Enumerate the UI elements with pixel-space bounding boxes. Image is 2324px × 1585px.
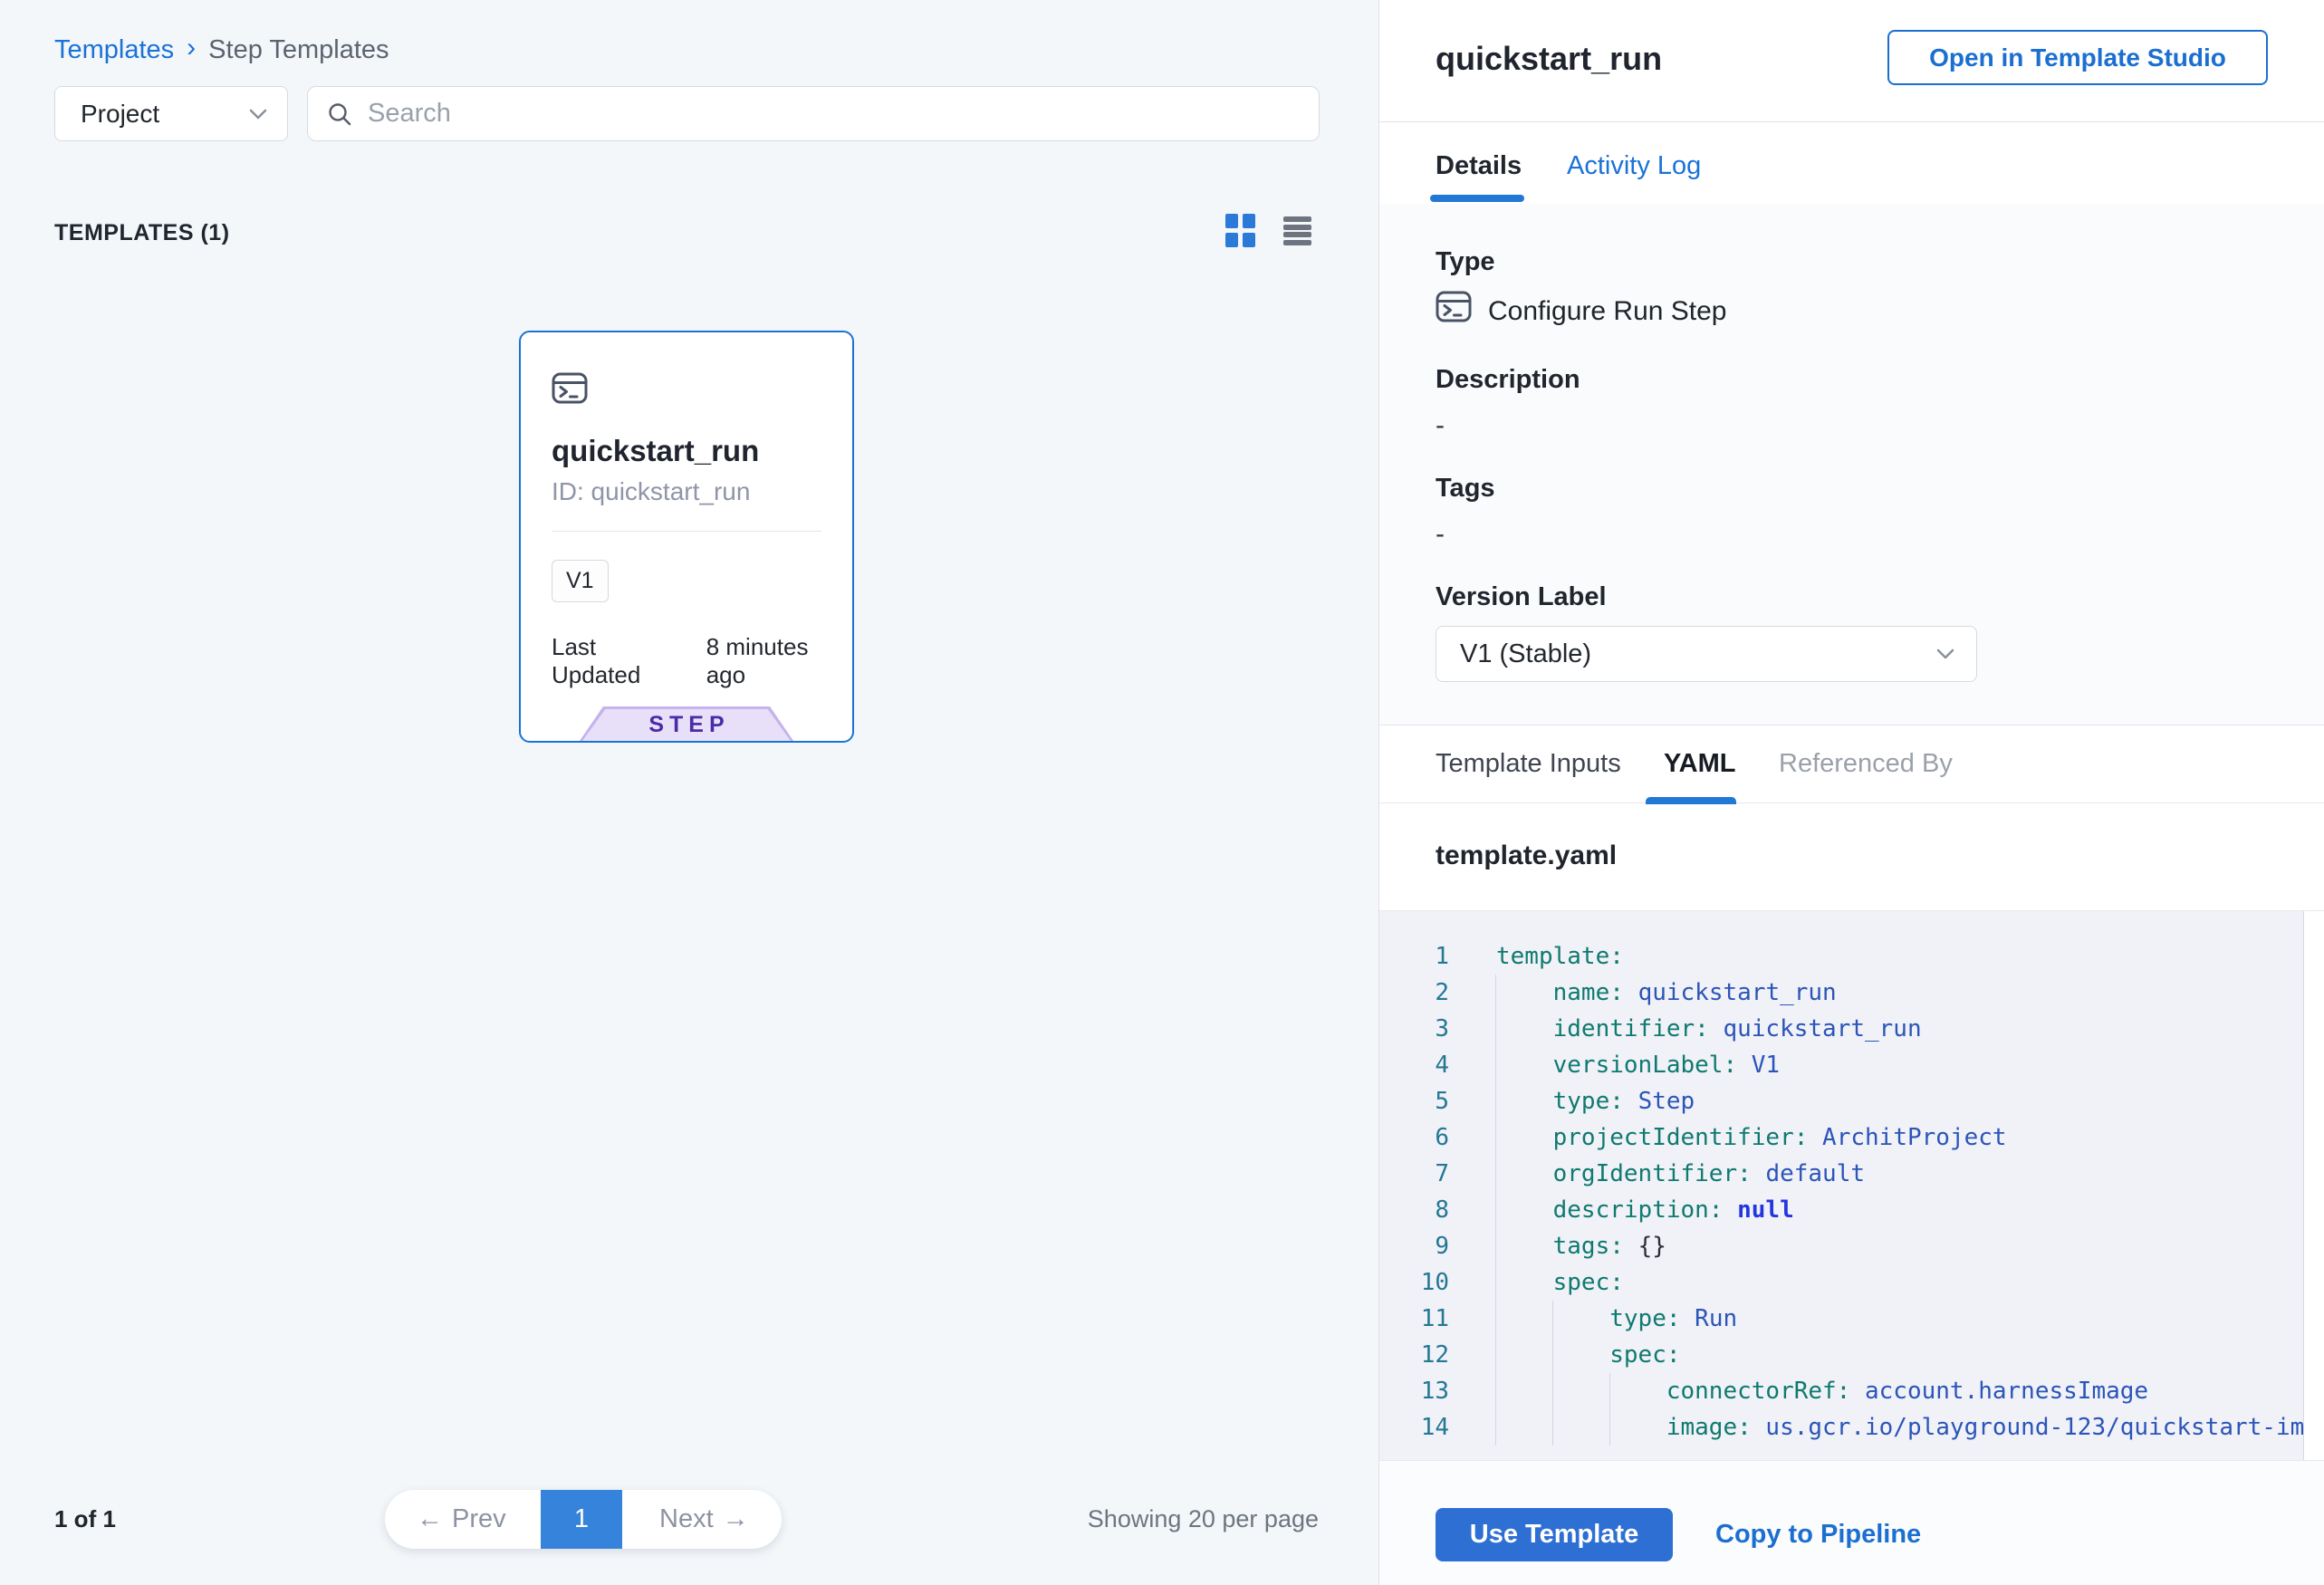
code-line: 12 spec: bbox=[1379, 1337, 2324, 1373]
code-line: 5 type: Step bbox=[1379, 1083, 2324, 1119]
scope-dropdown-value: Project bbox=[81, 100, 159, 129]
description-value: - bbox=[1436, 410, 1445, 441]
grid-view-icon[interactable] bbox=[1225, 214, 1255, 247]
template-card[interactable]: quickstart_run ID: quickstart_run V1 Las… bbox=[519, 331, 854, 743]
search-icon bbox=[326, 101, 353, 128]
tab-referenced-by[interactable]: Referenced By bbox=[1779, 749, 1953, 779]
details-tabbar: Details Activity Log bbox=[1379, 122, 2324, 204]
per-page-label: Showing 20 per page bbox=[996, 1505, 1319, 1533]
code-line: 9 tags: {} bbox=[1379, 1228, 2324, 1264]
chevron-down-icon bbox=[1936, 648, 1954, 659]
panel-header: quickstart_run Open in Template Studio bbox=[1379, 0, 2324, 122]
templates-count-header: TEMPLATES (1) bbox=[54, 220, 230, 246]
chevron-down-icon bbox=[249, 109, 267, 120]
breadcrumb-current: Step Templates bbox=[208, 35, 389, 65]
terminal-icon bbox=[552, 372, 588, 404]
breadcrumb-templates-link[interactable]: Templates bbox=[54, 35, 174, 65]
terminal-icon bbox=[1436, 291, 1472, 322]
yaml-code-editor[interactable]: 1template:2 name: quickstart_run3 identi… bbox=[1379, 911, 2324, 1460]
arrow-right-icon: → bbox=[723, 1504, 749, 1534]
details-section: Type Configure Run Step Description - Ta… bbox=[1379, 204, 2324, 725]
code-line: 10 spec: bbox=[1379, 1264, 2324, 1301]
code-line: 1template: bbox=[1379, 938, 2324, 975]
card-title: quickstart_run bbox=[552, 434, 759, 468]
type-label: Type bbox=[1436, 247, 1495, 277]
page-count: 1 of 1 bbox=[54, 1505, 116, 1533]
last-updated-label: Last Updated bbox=[552, 633, 690, 689]
code-line: 14 image: us.gcr.io/playground-123/quick… bbox=[1379, 1409, 2324, 1446]
code-line: 7 orgIdentifier: default bbox=[1379, 1156, 2324, 1192]
version-label: Version Label bbox=[1436, 582, 1607, 612]
copy-to-pipeline-link[interactable]: Copy to Pipeline bbox=[1715, 1519, 1921, 1550]
code-line: 3 identifier: quickstart_run bbox=[1379, 1011, 2324, 1047]
pagination: ← Prev 1 Next → bbox=[385, 1490, 782, 1549]
templates-page: Templates › Step Templates Project TEMPL… bbox=[0, 0, 2324, 1585]
version-badge: V1 bbox=[552, 560, 609, 602]
code-line: 8 description: null bbox=[1379, 1192, 2324, 1228]
panel-title: quickstart_run bbox=[1436, 40, 1662, 78]
yaml-file-name: template.yaml bbox=[1436, 841, 1617, 871]
code-lines: 1template:2 name: quickstart_run3 identi… bbox=[1379, 938, 2324, 1446]
panel-footer: Use Template Copy to Pipeline bbox=[1379, 1460, 2324, 1585]
search-bar bbox=[307, 86, 1320, 141]
page-1-button[interactable]: 1 bbox=[541, 1490, 622, 1549]
tab-activity-log[interactable]: Activity Log bbox=[1567, 151, 1701, 181]
list-view-icon[interactable] bbox=[1283, 216, 1311, 245]
template-details-panel: quickstart_run Open in Template Studio D… bbox=[1378, 0, 2324, 1585]
breadcrumb: Templates › Step Templates bbox=[54, 34, 389, 65]
search-input[interactable] bbox=[368, 99, 1301, 129]
use-template-button[interactable]: Use Template bbox=[1436, 1508, 1673, 1561]
breadcrumb-chevron-icon: › bbox=[187, 33, 196, 63]
vertical-scrollbar[interactable] bbox=[2303, 911, 2324, 1460]
prev-page-button[interactable]: ← Prev bbox=[417, 1490, 506, 1549]
code-line: 13 connectorRef: account.harnessImage bbox=[1379, 1373, 2324, 1409]
card-id: ID: quickstart_run bbox=[552, 477, 750, 506]
code-line: 11 type: Run bbox=[1379, 1301, 2324, 1337]
code-line: 2 name: quickstart_run bbox=[1379, 975, 2324, 1011]
last-updated-value: 8 minutes ago bbox=[706, 633, 852, 689]
type-value: Configure Run Step bbox=[1488, 296, 1727, 327]
description-label: Description bbox=[1436, 365, 1580, 395]
code-line: 6 projectIdentifier: ArchitProject bbox=[1379, 1119, 2324, 1156]
active-tab-underline bbox=[1646, 797, 1736, 804]
card-divider bbox=[552, 531, 821, 532]
step-type-badge: STEP bbox=[580, 706, 793, 741]
version-dropdown[interactable]: V1 (Stable) bbox=[1436, 626, 1977, 682]
open-in-template-studio-button[interactable]: Open in Template Studio bbox=[1887, 30, 2268, 85]
yaml-file-header: template.yaml bbox=[1379, 804, 2324, 911]
last-updated-row: Last Updated 8 minutes ago bbox=[552, 633, 852, 689]
scope-dropdown[interactable]: Project bbox=[54, 86, 288, 141]
tab-yaml[interactable]: YAML bbox=[1664, 749, 1736, 779]
active-tab-underline bbox=[1430, 195, 1524, 202]
code-line: 4 versionLabel: V1 bbox=[1379, 1047, 2324, 1083]
version-dropdown-value: V1 (Stable) bbox=[1460, 639, 1591, 669]
yaml-tabbar: Template Inputs YAML Referenced By bbox=[1379, 725, 2324, 803]
tags-value: - bbox=[1436, 519, 1445, 550]
tab-details[interactable]: Details bbox=[1436, 151, 1522, 181]
arrow-left-icon: ← bbox=[417, 1504, 443, 1534]
tab-template-inputs[interactable]: Template Inputs bbox=[1436, 749, 1621, 779]
tags-label: Tags bbox=[1436, 474, 1495, 504]
next-page-button[interactable]: Next → bbox=[659, 1490, 749, 1549]
